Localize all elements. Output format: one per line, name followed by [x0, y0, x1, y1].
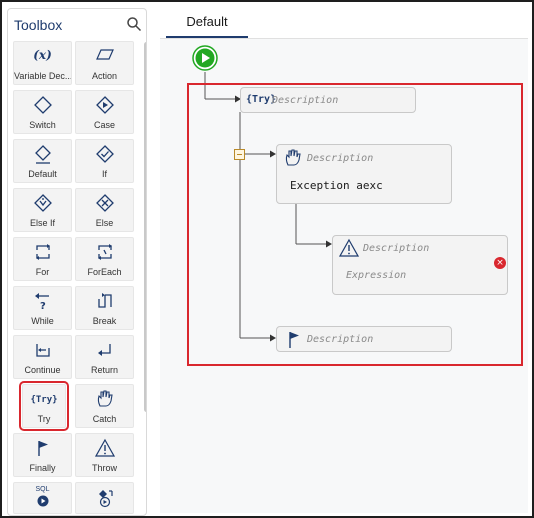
play-icon — [192, 45, 218, 71]
highlight-box — [187, 83, 523, 366]
start-node[interactable] — [192, 45, 218, 71]
